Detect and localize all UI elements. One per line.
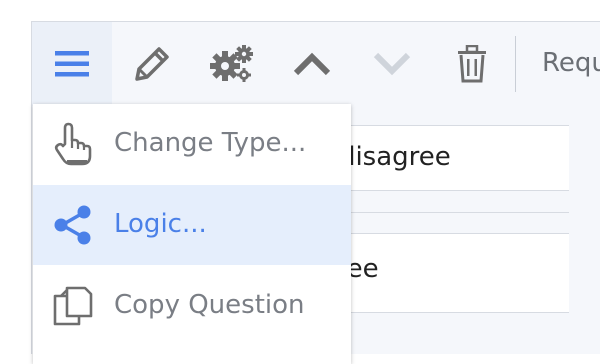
pencil-icon bbox=[135, 47, 169, 81]
toolbar-divider bbox=[515, 36, 516, 92]
gears-icon bbox=[210, 45, 253, 82]
menu-item-label: Logic... bbox=[114, 209, 207, 239]
menu-item-label: Change Type... bbox=[114, 128, 307, 158]
menu-item-change-type[interactable]: Change Type... bbox=[33, 104, 351, 184]
hand-pointer-icon bbox=[54, 122, 92, 166]
row-divider bbox=[318, 212, 569, 213]
question-toolbar: Requ bbox=[32, 22, 600, 106]
move-up-button[interactable] bbox=[272, 22, 352, 106]
chevron-down-icon bbox=[373, 52, 411, 76]
answer-row[interactable]: gree bbox=[318, 233, 569, 313]
hamburger-icon bbox=[55, 51, 89, 77]
menu-button[interactable] bbox=[32, 22, 112, 106]
menu-item-logic[interactable]: Logic... bbox=[33, 185, 351, 265]
answer-row[interactable]: r disagree bbox=[318, 125, 569, 191]
edit-button[interactable] bbox=[112, 22, 192, 106]
copy-icon bbox=[53, 286, 93, 326]
required-toggle-label[interactable]: Requ bbox=[542, 48, 600, 78]
move-down-button[interactable] bbox=[352, 22, 432, 106]
trash-icon bbox=[458, 45, 486, 83]
share-icon bbox=[54, 205, 91, 245]
settings-button[interactable] bbox=[192, 22, 272, 106]
menu-item-copy-question[interactable]: Copy Question bbox=[33, 266, 351, 346]
chevron-up-icon bbox=[293, 52, 331, 76]
question-actions-menu: Change Type... Logic... Copy Question bbox=[33, 104, 351, 364]
delete-button[interactable] bbox=[432, 22, 512, 106]
menu-item-label: Copy Question bbox=[114, 290, 305, 320]
